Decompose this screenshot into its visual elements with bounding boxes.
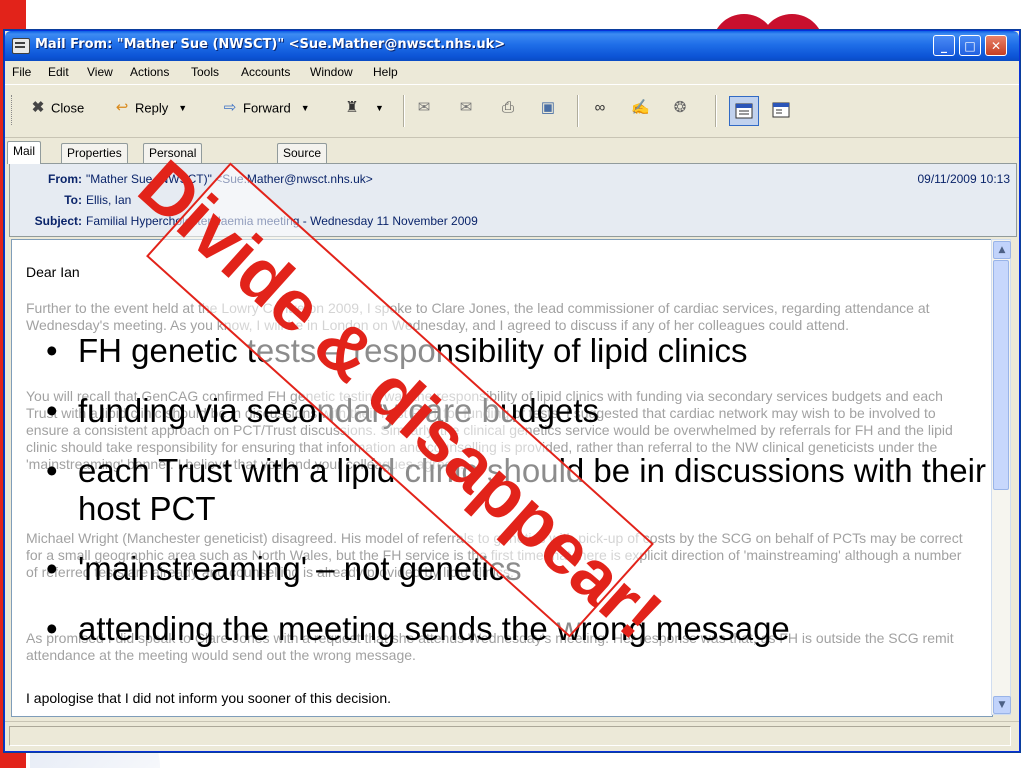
slide-bullet-text: attending the meeting sends the wrong me… — [78, 610, 790, 647]
toolbar-separator — [715, 95, 717, 127]
envelope-next-icon: ✉ — [417, 99, 431, 116]
bullet-icon: • — [46, 392, 58, 429]
scroll-down-arrow-icon[interactable]: ▼ — [993, 696, 1011, 714]
close-message-button[interactable]: ✖ Close — [29, 99, 85, 123]
bullet-icon: • — [46, 332, 58, 369]
menu-view[interactable]: View — [87, 65, 113, 79]
forward-dropdown-icon[interactable]: ▼ — [301, 103, 310, 113]
menu-window[interactable]: Window — [310, 65, 353, 79]
bullet-icon: • — [46, 452, 58, 489]
floppy-disk-icon: ▣ — [540, 99, 556, 116]
menu-bar: File Edit View Actions Tools Accounts Wi… — [5, 61, 1019, 83]
menu-file[interactable]: File — [12, 65, 31, 79]
scroll-up-arrow-icon[interactable]: ▲ — [993, 241, 1011, 259]
forward-icon: ⇨ — [223, 99, 237, 116]
window-title: Mail From: "Mather Sue (NWSCT)" <Sue.Mat… — [35, 37, 506, 52]
view-preview-button[interactable] — [767, 96, 797, 126]
toolbar-separator — [577, 95, 579, 127]
junk-dropdown-icon[interactable]: ▼ — [375, 103, 384, 113]
close-window-button[interactable]: ✕ — [985, 35, 1007, 56]
slide-bullet: • attending the meeting sends the wrong m… — [46, 610, 1006, 648]
toolbar-grip[interactable] — [11, 95, 15, 125]
address-book-button[interactable]: ∞ — [591, 99, 613, 123]
previous-message-button[interactable]: ✉ — [457, 99, 479, 123]
minimize-button[interactable]: _ — [933, 35, 955, 56]
encrypt-message-button[interactable]: ❂ — [671, 99, 693, 123]
view-header-button[interactable] — [729, 96, 759, 126]
message-date: 09/11/2009 10:13 — [917, 172, 1010, 186]
envelope-previous-icon: ✉ — [459, 99, 473, 116]
menu-actions[interactable]: Actions — [130, 65, 169, 79]
bullet-icon: • — [46, 610, 58, 647]
trash-bin-icon: ♜ — [345, 99, 359, 116]
status-bar — [5, 721, 1019, 750]
seal-icon: ❂ — [673, 99, 687, 116]
menu-help[interactable]: Help — [373, 65, 398, 79]
next-message-button[interactable]: ✉ — [415, 99, 437, 123]
message-tabs: Mail Properties Personal Source — [5, 141, 1019, 164]
body-paragraph: Further to the event held at the Lowry C… — [26, 300, 930, 333]
tab-mail[interactable]: Mail — [7, 141, 42, 164]
from-label: From: — [48, 172, 82, 186]
glasses-icon: ∞ — [594, 99, 606, 116]
tab-source[interactable]: Source — [277, 143, 328, 163]
slide-bullet-text: 'mainstreaming' – not genetics — [78, 550, 522, 587]
reply-button[interactable]: ↩ Reply ▼ — [113, 99, 187, 123]
junk-button[interactable]: ♜ ▼ — [343, 99, 384, 123]
menu-tools[interactable]: Tools — [191, 65, 219, 79]
tab-properties[interactable]: Properties — [61, 143, 128, 163]
close-x-icon: ✖ — [31, 99, 45, 116]
close-message-label: Close — [51, 100, 85, 116]
menu-edit[interactable]: Edit — [48, 65, 69, 79]
reply-icon: ↩ — [115, 99, 129, 116]
sign-message-button[interactable]: ✍ — [631, 99, 653, 123]
window-layout-icon — [735, 103, 753, 119]
print-button[interactable]: ⎙ — [499, 99, 521, 123]
maximize-button[interactable]: □ — [959, 35, 981, 56]
printer-icon: ⎙ — [501, 99, 514, 116]
reply-dropdown-icon[interactable]: ▼ — [178, 103, 187, 113]
toolbar: ✖ Close ↩ Reply ▼ ⇨ Forward ▼ ♜ ▼ ✉ ✉ ⎙ ▣ ∞ ✍ … — [5, 84, 1019, 138]
certificate-signature-icon: ✍ — [631, 99, 650, 116]
save-button[interactable]: ▣ — [539, 99, 561, 123]
forward-label: Forward — [243, 100, 291, 116]
slide-bullet: •FH genetic tests – responsibility of li… — [46, 332, 1006, 370]
toolbar-separator — [403, 95, 405, 127]
body-paragraph: I apologise that I did not inform you so… — [26, 690, 391, 706]
title-bar[interactable]: Mail From: "Mather Sue (NWSCT)" <Sue.Mat… — [5, 31, 1019, 61]
slide-bullet: •funding via secondary care budgets — [46, 392, 1006, 430]
reply-label: Reply — [135, 100, 169, 116]
mail-window-icon — [12, 38, 30, 54]
subject-label: Subject: — [34, 214, 82, 228]
window-list-icon — [772, 102, 790, 118]
status-panel — [9, 726, 1011, 746]
menu-accounts[interactable]: Accounts — [241, 65, 290, 79]
bullet-icon: • — [46, 550, 58, 587]
to-label: To: — [64, 193, 82, 207]
forward-button[interactable]: ⇨ Forward ▼ — [221, 99, 310, 123]
